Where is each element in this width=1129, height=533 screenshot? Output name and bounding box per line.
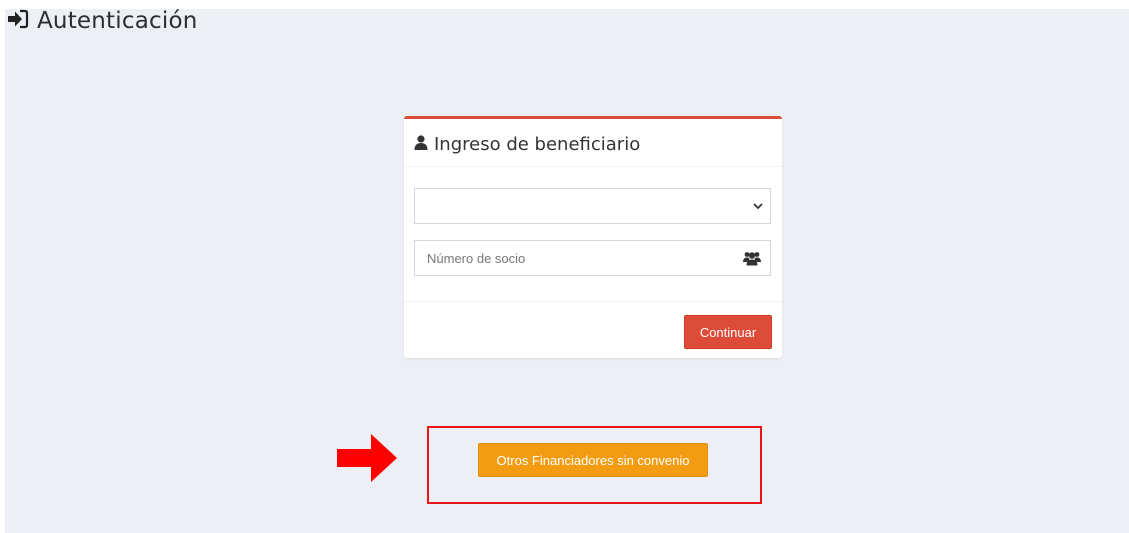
card-footer-divider (404, 301, 782, 302)
user-icon (414, 134, 428, 155)
arrow-right-icon (337, 434, 397, 487)
card-header-divider (404, 166, 782, 167)
login-card: Ingreso de beneficiario Continuar (404, 116, 782, 358)
otros-financiadores-button[interactable]: Otros Financiadores sin convenio (478, 443, 708, 477)
chevron-down-icon (752, 199, 764, 217)
financiador-select[interactable] (414, 188, 771, 224)
page-title: Autenticación (37, 8, 198, 34)
page-header: Autenticación (7, 8, 198, 34)
card-title: Ingreso de beneficiario (434, 134, 641, 155)
sign-in-icon (7, 9, 29, 34)
users-icon (743, 250, 761, 271)
card-header: Ingreso de beneficiario (414, 134, 640, 155)
socio-field[interactable] (414, 240, 771, 276)
continue-button[interactable]: Continuar (684, 315, 772, 349)
socio-input[interactable] (415, 241, 735, 275)
